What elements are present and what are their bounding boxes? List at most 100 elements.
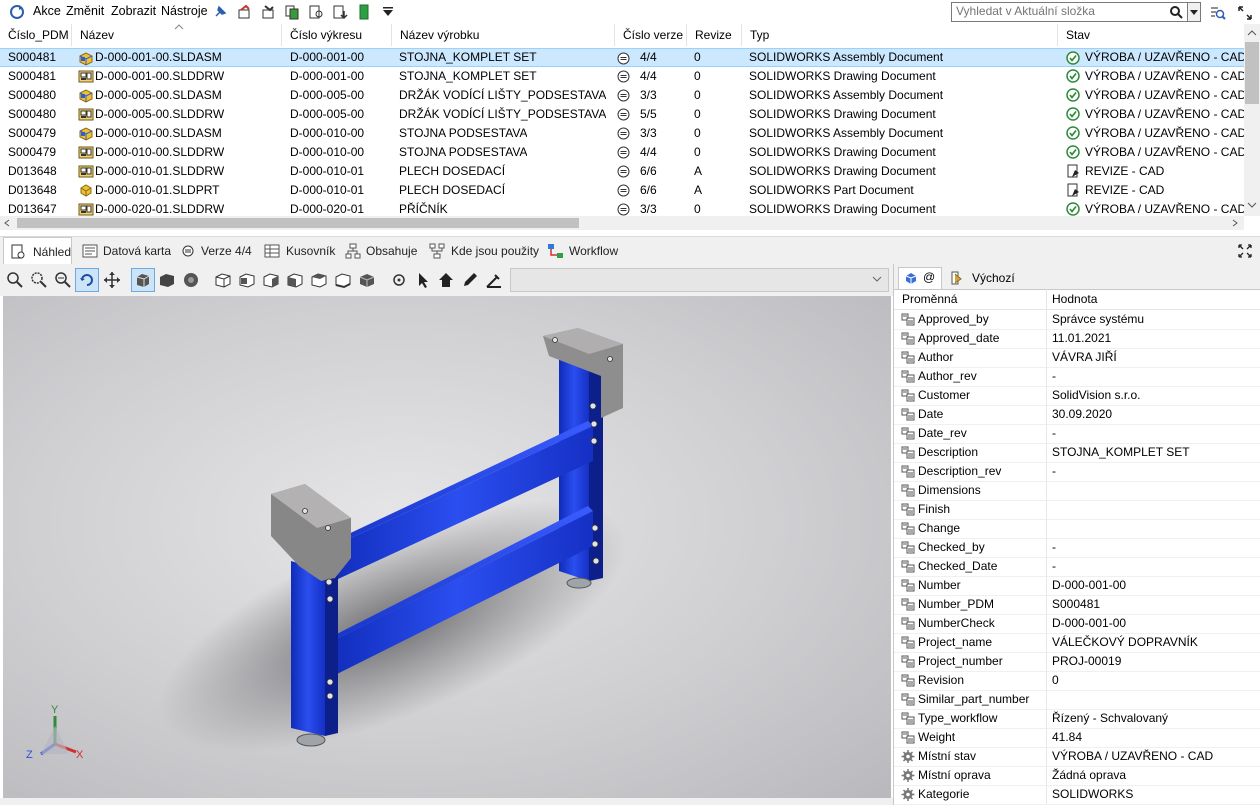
- scroll-thumb[interactable]: [17, 218, 579, 228]
- property-row[interactable]: Weight 41.84: [894, 728, 1260, 748]
- property-row[interactable]: Project_number PROJ-00019: [894, 652, 1260, 672]
- maximize-icon[interactable]: [1238, 244, 1252, 258]
- property-row[interactable]: Místní oprava Žádná oprava: [894, 766, 1260, 786]
- realview-icon[interactable]: [182, 271, 200, 289]
- property-row[interactable]: Similar_part_number: [894, 690, 1260, 710]
- property-value[interactable]: 11.01.2021: [1052, 329, 1111, 348]
- scroll-thumb[interactable]: [1245, 42, 1259, 104]
- walkthrough-icon[interactable]: [390, 271, 408, 289]
- view-left-icon[interactable]: [262, 271, 280, 289]
- column-header-revision[interactable]: Revize: [687, 24, 742, 46]
- table-row[interactable]: S000480 D-000-005-00.SLDASM D-000-005-00 DR…: [0, 86, 1244, 105]
- table-row[interactable]: D013647 D-000-020-01.SLDDRW D-000-020-01 PŘ…: [0, 200, 1244, 216]
- property-row[interactable]: Checked_Date -: [894, 557, 1260, 577]
- table-row[interactable]: S000480 D-000-005-00.SLDDRW D-000-005-00 DR…: [0, 105, 1244, 124]
- view-bottom-icon[interactable]: [334, 271, 352, 289]
- chevron-down-icon[interactable]: [1247, 202, 1257, 208]
- menu-zmenit[interactable]: Změnit: [66, 4, 104, 18]
- table-row[interactable]: D013648 D-000-010-01.SLDPRT D-000-010-01 PL…: [0, 181, 1244, 200]
- property-value[interactable]: Řízený - Schvalovaný: [1052, 709, 1168, 728]
- get-latest-icon[interactable]: [332, 4, 348, 20]
- zoom-in-out-icon[interactable]: [54, 271, 72, 289]
- column-header-pdm[interactable]: Číslo_PDM: [0, 24, 72, 46]
- tab-configuration[interactable]: Výchozí: [946, 267, 1046, 289]
- property-value[interactable]: 30.09.2020: [1052, 405, 1112, 424]
- column-header-product[interactable]: Název výrobku: [392, 24, 615, 46]
- view-right-icon[interactable]: [286, 271, 304, 289]
- property-row[interactable]: Checked_by -: [894, 538, 1260, 558]
- select-cursor-icon[interactable]: [414, 271, 432, 289]
- property-value[interactable]: PROJ-00019: [1052, 652, 1121, 671]
- table-row[interactable]: S000481 D-000-001-00.SLDDRW D-000-001-00 ST…: [0, 67, 1244, 86]
- measure-icon[interactable]: [485, 271, 503, 289]
- column-header-state[interactable]: Stav: [1058, 24, 1244, 46]
- column-header-type[interactable]: Typ: [742, 24, 1058, 46]
- home-icon[interactable]: [437, 271, 455, 289]
- shaded-edges-icon[interactable]: [158, 271, 176, 289]
- menu-akce[interactable]: Akce: [33, 4, 61, 18]
- tab-custom-properties[interactable]: @: [898, 267, 942, 289]
- property-value[interactable]: Žádná oprava: [1052, 766, 1126, 785]
- property-row[interactable]: Description STOJNA_KOMPLET SET: [894, 443, 1260, 463]
- property-value[interactable]: -: [1052, 367, 1056, 386]
- copy-file-icon[interactable]: [284, 4, 300, 20]
- property-value[interactable]: 41.84: [1052, 728, 1082, 747]
- zoom-to-fit-icon[interactable]: [6, 271, 24, 289]
- view-top-icon[interactable]: [310, 271, 328, 289]
- property-row[interactable]: Number_PDM S000481: [894, 595, 1260, 615]
- property-row[interactable]: Change: [894, 519, 1260, 539]
- search-options-icon[interactable]: [1210, 5, 1226, 21]
- property-row[interactable]: Approved_by Správce systému: [894, 310, 1260, 330]
- property-value[interactable]: 0: [1052, 671, 1059, 690]
- property-row[interactable]: Description_rev -: [894, 462, 1260, 482]
- property-row[interactable]: Date 30.09.2020: [894, 405, 1260, 425]
- property-value[interactable]: VÁVRA JIŘÍ: [1052, 348, 1117, 367]
- table-row[interactable]: S000479 D-000-010-00.SLDDRW D-000-010-00 ST…: [0, 143, 1244, 162]
- property-value[interactable]: -: [1052, 538, 1056, 557]
- chevron-down-icon[interactable]: [380, 4, 396, 20]
- property-row[interactable]: Author_rev -: [894, 367, 1260, 387]
- search-icon[interactable]: [1169, 5, 1183, 19]
- table-row[interactable]: S000481 D-000-001-00.SLDASM D-000-001-00 ST…: [0, 48, 1244, 67]
- shaded-display-button[interactable]: [131, 268, 155, 292]
- checkin-icon[interactable]: [260, 4, 276, 20]
- property-row[interactable]: Revision 0: [894, 671, 1260, 691]
- column-header-drawing[interactable]: Číslo výkresu: [282, 24, 392, 46]
- property-row[interactable]: Author VÁVRA JIŘÍ: [894, 348, 1260, 368]
- property-row[interactable]: Customer SolidVision s.r.o.: [894, 386, 1260, 406]
- chevron-left-icon[interactable]: [4, 219, 10, 227]
- table-horizontal-scrollbar[interactable]: [0, 216, 1244, 230]
- property-value[interactable]: SOLIDWORKS: [1052, 785, 1133, 804]
- view-isometric-icon[interactable]: [358, 271, 376, 289]
- zoom-area-icon[interactable]: [30, 271, 48, 289]
- expand-icon[interactable]: [1237, 5, 1253, 21]
- property-row[interactable]: Date_rev -: [894, 424, 1260, 444]
- property-row[interactable]: Kategorie SOLIDWORKS: [894, 785, 1260, 805]
- property-value[interactable]: SolidVision s.r.o.: [1052, 386, 1141, 405]
- chevron-up-icon[interactable]: [1247, 30, 1257, 36]
- refresh-icon[interactable]: [9, 4, 25, 20]
- rotate-button[interactable]: [75, 268, 99, 292]
- search-dropdown-button[interactable]: [1187, 2, 1201, 22]
- search-input[interactable]: [952, 3, 1165, 19]
- property-value[interactable]: Správce systému: [1052, 310, 1144, 329]
- column-header-version[interactable]: Číslo verze: [615, 24, 687, 46]
- pan-icon[interactable]: [103, 271, 121, 289]
- property-value[interactable]: STOJNA_KOMPLET SET: [1052, 443, 1190, 462]
- menu-nastroje[interactable]: Nástroje: [161, 4, 208, 18]
- property-row[interactable]: Number D-000-001-00: [894, 576, 1260, 596]
- property-value[interactable]: VÁLEČKOVÝ DOPRAVNÍK: [1052, 633, 1198, 652]
- property-value[interactable]: VÝROBA / UZAVŘENO - CAD: [1052, 747, 1213, 766]
- menu-zobrazit[interactable]: Zobrazit: [111, 4, 156, 18]
- property-value[interactable]: S000481: [1052, 595, 1100, 614]
- property-row[interactable]: Místní stav VÝROBA / UZAVŘENO - CAD: [894, 747, 1260, 767]
- model-viewport[interactable]: Y X Z: [3, 296, 891, 798]
- property-row[interactable]: Approved_date 11.01.2021: [894, 329, 1260, 349]
- property-value[interactable]: -: [1052, 462, 1056, 481]
- property-row[interactable]: Dimensions: [894, 481, 1260, 501]
- table-vertical-scrollbar[interactable]: [1244, 24, 1260, 216]
- search-file-icon[interactable]: [308, 4, 324, 20]
- workflow-state-icon[interactable]: [356, 4, 372, 20]
- pin-icon[interactable]: [212, 4, 228, 20]
- property-row[interactable]: Project_name VÁLEČKOVÝ DOPRAVNÍK: [894, 633, 1260, 653]
